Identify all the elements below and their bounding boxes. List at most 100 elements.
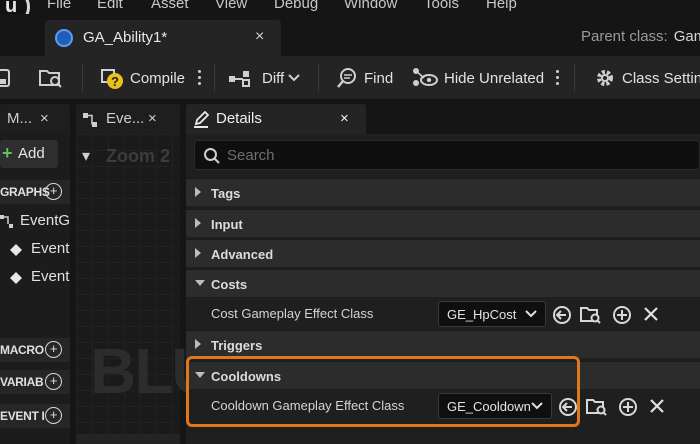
compile-options-icon[interactable] <box>198 68 202 88</box>
compile-button[interactable]: ? Compile <box>100 56 185 100</box>
event-item[interactable]: Event <box>0 266 70 290</box>
graph-bottom-tab[interactable] <box>76 434 180 444</box>
category-advanced[interactable]: Advanced <box>186 239 700 267</box>
expand-arrow-icon <box>195 218 201 228</box>
hide-unrelated-icon <box>413 68 438 86</box>
panel-tab-bar: M... × Eve... × Details × <box>0 104 700 134</box>
event-graph-canvas[interactable]: ▾ Zoom 2 BLU <box>76 134 218 434</box>
class-settings-button[interactable]: Class Settin <box>594 56 700 100</box>
diff-label: Diff <box>262 69 285 87</box>
add-variable-icon[interactable]: + <box>45 373 62 390</box>
menu-window[interactable]: Window <box>344 0 397 12</box>
toolbar: ? Compile Diff Find Hide Unrelated Class… <box>0 56 700 100</box>
menu-tools[interactable]: Tools <box>424 0 459 12</box>
cost-gameplay-effect-row: Cost Gameplay Effect Class GE_HpCost <box>186 298 700 330</box>
hide-unrelated-button[interactable]: Hide Unrelated <box>412 56 544 100</box>
close-icon[interactable]: × <box>40 110 49 127</box>
save-button[interactable] <box>0 56 16 100</box>
document-tab-title: GA_Ability1* <box>83 29 168 46</box>
details-edit-icon <box>194 111 210 128</box>
find-label: Find <box>364 69 394 87</box>
clear-icon[interactable] <box>648 397 666 415</box>
parent-class-value[interactable]: Gam <box>674 28 700 45</box>
compile-label: Compile <box>130 69 186 87</box>
category-costs[interactable]: Costs <box>186 269 700 297</box>
category-input[interactable]: Input <box>186 209 700 237</box>
bookmark-icon[interactable]: ▾ <box>82 146 90 166</box>
category-label: Input <box>211 217 243 232</box>
menu-view[interactable]: View <box>215 0 247 12</box>
save-icon <box>0 69 10 87</box>
find-button[interactable]: Find <box>336 56 393 100</box>
add-event-dispatcher-icon[interactable]: + <box>45 407 62 424</box>
menu-asset[interactable]: Asset <box>151 0 189 12</box>
folder-search-icon <box>39 70 62 88</box>
add-icon[interactable] <box>612 305 632 325</box>
cooldowns-highlight-box <box>186 356 580 427</box>
category-triggers[interactable]: Triggers <box>186 330 700 358</box>
expand-arrow-icon <box>195 248 201 258</box>
tab-my-blueprint[interactable]: M... × <box>0 104 70 134</box>
browse-asset-icon[interactable] <box>580 305 602 325</box>
event-graph-item[interactable]: EventG <box>0 210 70 234</box>
cost-class-dropdown[interactable]: GE_HpCost <box>438 301 546 327</box>
use-selected-icon[interactable] <box>552 305 572 325</box>
expand-arrow-icon <box>195 187 201 197</box>
tab-details-label: Details <box>216 110 262 127</box>
category-tags[interactable]: Tags <box>186 178 700 206</box>
graphs-section[interactable]: GRAPHS + <box>0 180 70 204</box>
property-label: Cost Gameplay Effect Class <box>211 306 374 321</box>
menu-help[interactable]: Help <box>486 0 517 12</box>
search-placeholder: Search <box>227 147 275 164</box>
browse-button[interactable] <box>38 56 70 100</box>
dropdown-value: GE_HpCost <box>447 307 517 322</box>
my-blueprint-panel: + Add GRAPHS + EventG Event Event MACRO … <box>0 134 70 444</box>
menu-file[interactable]: File <box>47 0 71 12</box>
category-label: Advanced <box>211 247 274 262</box>
add-button[interactable]: + Add <box>0 140 58 168</box>
tab-event-graph[interactable]: Eve... × <box>76 104 180 134</box>
event-item[interactable]: Event <box>0 238 70 262</box>
event-diamond-icon <box>10 272 22 284</box>
hide-unrelated-options-icon[interactable] <box>556 68 560 88</box>
chevron-down-icon <box>525 310 537 318</box>
event-dispatchers-label: EVENT I <box>0 409 45 423</box>
diff-icon <box>229 71 250 87</box>
add-icon[interactable] <box>618 397 638 417</box>
document-tab[interactable]: GA_Ability1* × <box>45 20 281 56</box>
event-label: Event <box>31 240 70 257</box>
variables-section[interactable]: VARIAB + <box>0 370 70 394</box>
search-icon <box>204 148 220 164</box>
add-macro-icon[interactable]: + <box>45 341 62 358</box>
category-label: Costs <box>211 277 248 292</box>
clear-icon[interactable] <box>642 305 660 323</box>
document-tab-bar: GA_Ability1* × Parent class: Gam <box>0 14 700 56</box>
toolbar-separator <box>574 64 575 92</box>
tab-event-graph-label: Eve... <box>106 110 145 127</box>
macros-label: MACRO <box>0 343 44 357</box>
close-icon[interactable]: × <box>255 28 264 46</box>
close-icon[interactable]: × <box>340 110 349 127</box>
plus-icon: + <box>2 143 13 163</box>
find-icon <box>337 68 356 88</box>
add-graph-icon[interactable]: + <box>45 183 62 200</box>
category-label: Tags <box>211 186 241 201</box>
tab-my-blueprint-label: M... <box>7 110 32 127</box>
svg-text:?: ? <box>111 74 119 89</box>
tab-details[interactable]: Details × <box>186 104 366 134</box>
unreal-logo-icon[interactable] <box>0 0 30 14</box>
gear-icon <box>597 70 613 86</box>
toolbar-separator <box>214 64 215 92</box>
close-icon[interactable]: × <box>148 110 157 127</box>
menu-edit[interactable]: Edit <box>97 0 123 12</box>
compile-status-icon: ? <box>101 69 123 89</box>
menu-debug[interactable]: Debug <box>274 0 318 12</box>
toolbar-separator <box>82 64 83 92</box>
event-dispatchers-section[interactable]: EVENT I + <box>0 404 70 428</box>
class-settings-label: Class Settin <box>622 69 700 87</box>
macros-section[interactable]: MACRO + <box>0 338 70 362</box>
search-input[interactable]: Search <box>194 140 700 170</box>
category-label: Triggers <box>211 338 263 353</box>
diff-button[interactable]: Diff <box>228 56 306 100</box>
browse-asset-icon[interactable] <box>586 397 608 417</box>
